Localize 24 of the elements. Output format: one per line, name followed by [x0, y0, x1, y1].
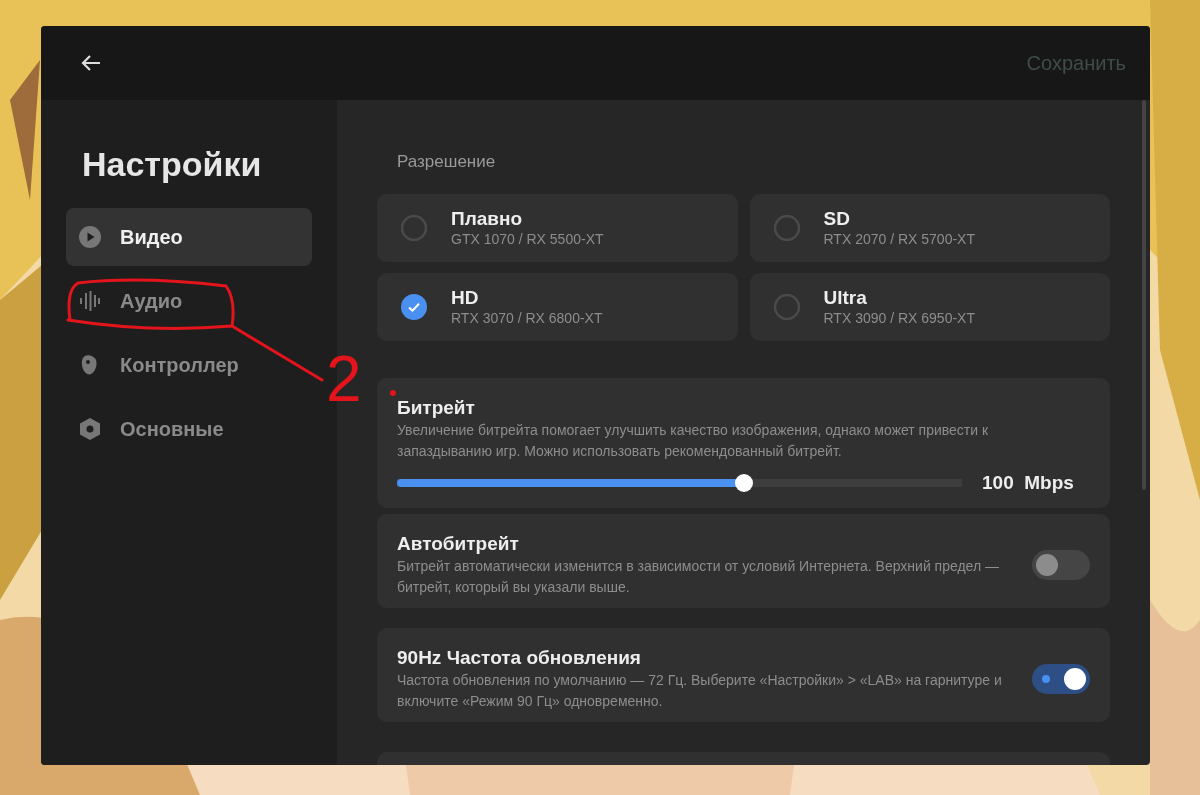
- annotation-label: 2: [326, 343, 362, 415]
- sidebar-title: Настройки: [82, 144, 263, 184]
- sound-bars-icon: [78, 289, 102, 313]
- setting-title: 90Hz Частота обновления: [397, 645, 642, 670]
- sidebar-item[interactable]: Контроллер: [66, 336, 312, 394]
- hexagon-icon: [78, 417, 102, 441]
- section-title: Разрешение: [397, 152, 497, 172]
- slider-value: 100 Mbps: [982, 472, 1075, 494]
- sidebar-item[interactable]: Аудио: [66, 272, 312, 330]
- play-icon: [78, 225, 102, 249]
- slider-thumb[interactable]: [734, 474, 753, 492]
- resolution-option[interactable]: Ultra RTX 3090 / RX 6950-XT: [749, 273, 1110, 341]
- setting-description: Увеличение битрейта помогает улучшить качество изображения, однако может привести к запаздыванию игр. Можно использовать рекомендованный битрейт.: [397, 421, 990, 461]
- resolution-option[interactable]: HD RTX 3070 / RX 6800-XT: [377, 273, 738, 341]
- sidebar-item[interactable]: Видео: [66, 208, 312, 266]
- setting-title: Автобитрейт: [397, 532, 520, 556]
- toggle-switch[interactable]: [1032, 550, 1090, 580]
- setting-title: Битрейт: [397, 396, 476, 420]
- setting-description: Битрейт автоматически изменится в зависимости от условий Интернета. Верхний предел — битрейт, который вы указали выше.: [397, 557, 1000, 597]
- toggle-switch[interactable]: [1032, 663, 1090, 694]
- setting-description: Частота обновления по умолчанию — 72 Гц. Выберите «Настройки» > «LAB» на гарнитуре и включите «Режим 90 Гц» одновременно.: [397, 670, 1003, 711]
- sidebar-item[interactable]: Основные: [66, 400, 312, 458]
- resolution-option[interactable]: SD RTX 2070 / RX 5700-XT: [749, 194, 1110, 262]
- resolution-option[interactable]: Плавно GTX 1070 / RX 5500-XT: [377, 194, 738, 262]
